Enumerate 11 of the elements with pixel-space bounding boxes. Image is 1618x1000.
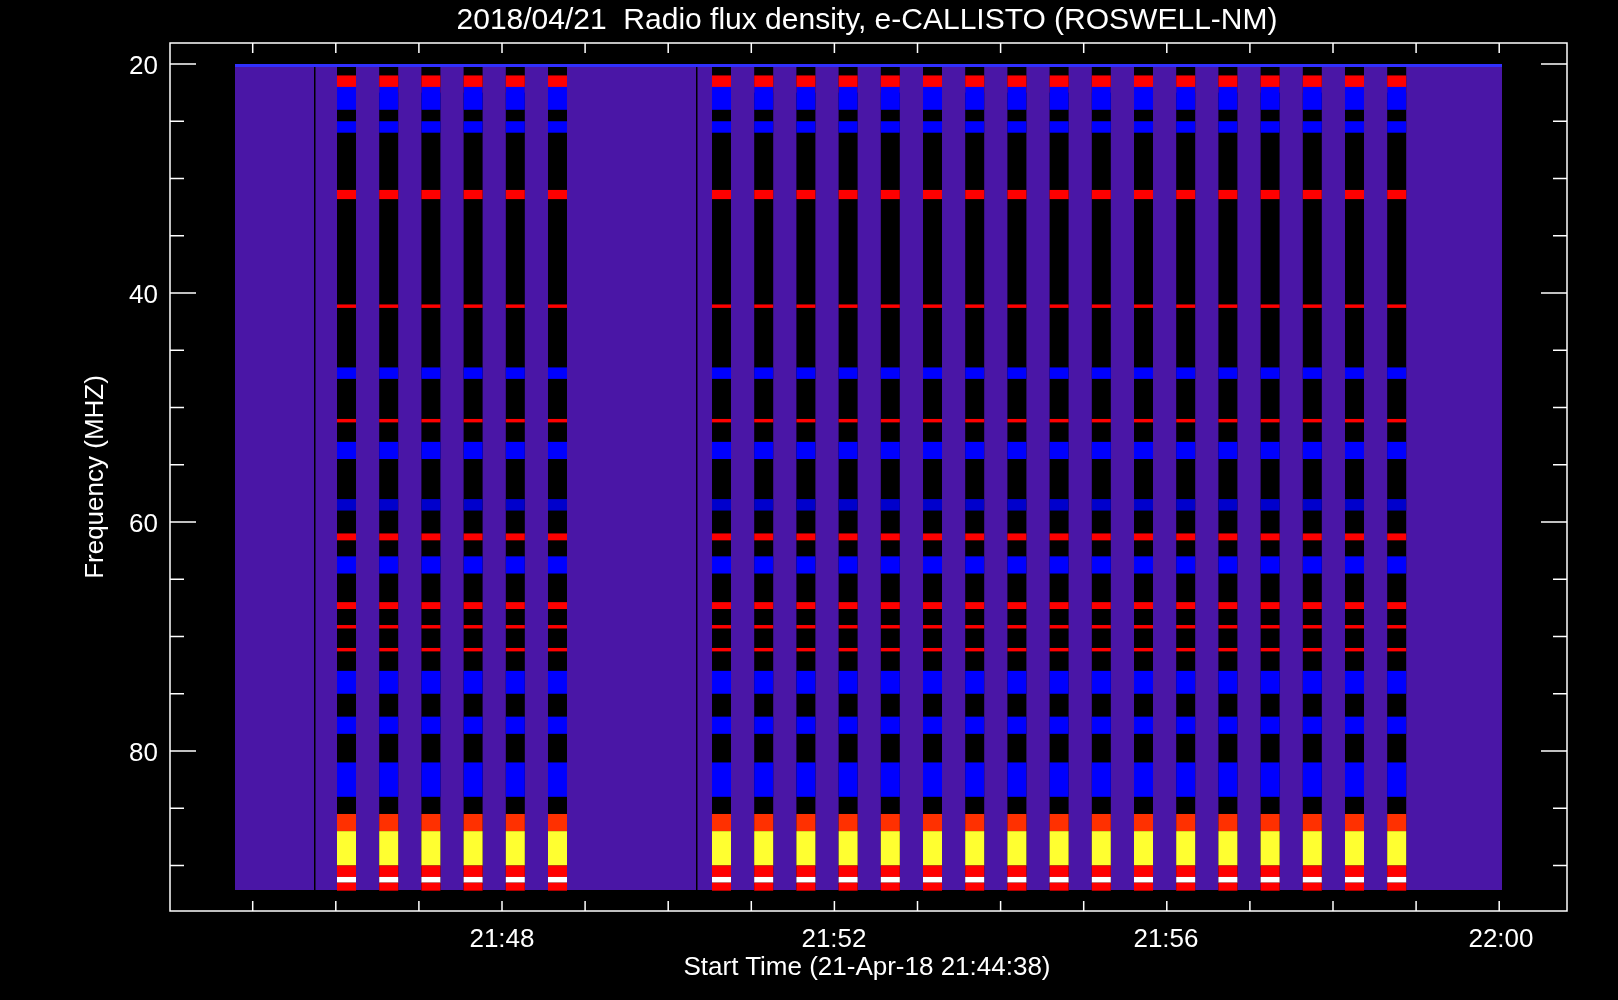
- x-tick-label: 21:52: [801, 923, 867, 953]
- x-tick-label: 21:48: [469, 923, 535, 953]
- x-tick-label: 22:00: [1468, 923, 1534, 953]
- x-axis-label: Start Time (21-Apr-18 21:44:38): [683, 951, 1051, 981]
- y-tick-label: 20: [129, 50, 158, 80]
- y-tick-label: 40: [129, 279, 158, 309]
- y-axis-label: Frequency (MHZ): [79, 375, 109, 579]
- x-tick-label: 21:56: [1133, 923, 1199, 953]
- plot-title: 2018/04/21 Radio flux density, e-CALLISTO (ROSWELL-NM): [456, 2, 1278, 35]
- y-tick-label: 60: [129, 508, 158, 538]
- y-tick-label: 80: [129, 737, 158, 767]
